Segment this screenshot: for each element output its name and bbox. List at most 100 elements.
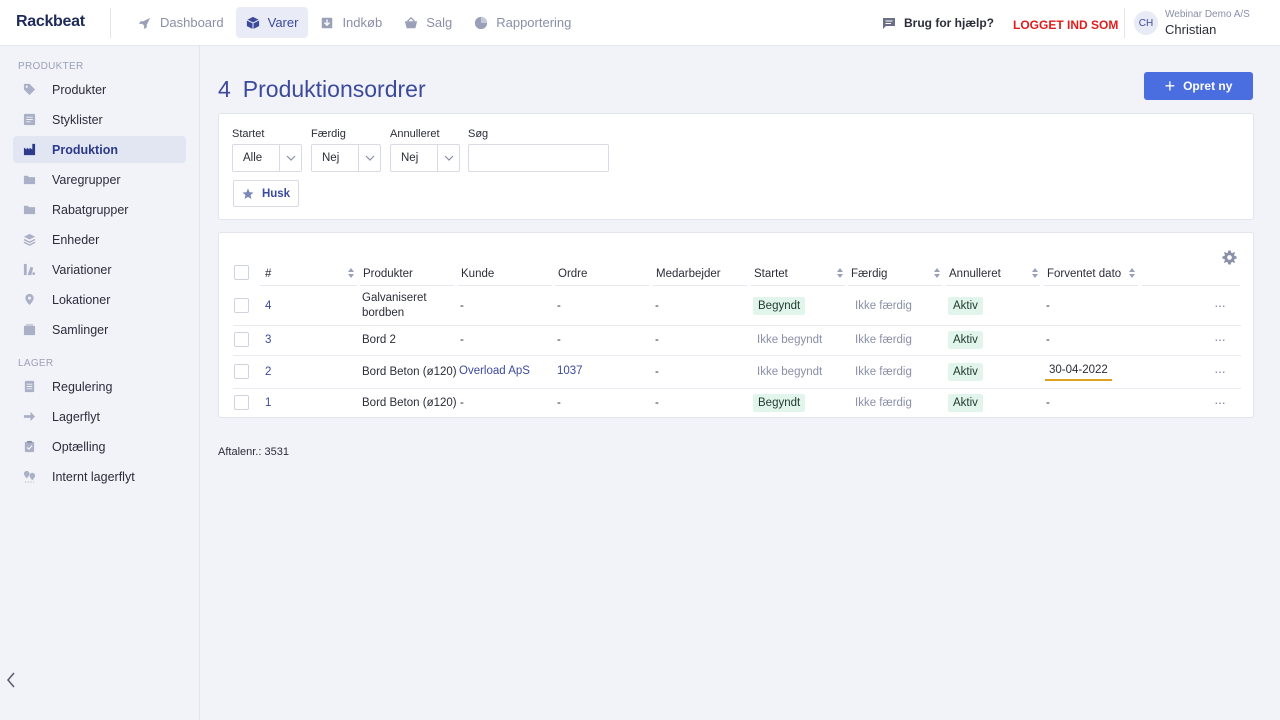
pie-chart-icon — [475, 16, 488, 29]
column-underline — [1044, 285, 1138, 286]
row-menu-icon[interactable]: ··· — [1214, 332, 1228, 346]
nav-label: Indkøb — [342, 15, 383, 30]
tag-icon — [23, 83, 36, 96]
expected-date: - — [1046, 397, 1050, 409]
sort-icon[interactable] — [347, 267, 355, 279]
save-filter-label: Husk — [261, 187, 291, 200]
collapse-sidebar-icon[interactable] — [4, 670, 18, 690]
column-header-customer[interactable]: Kunde — [461, 268, 494, 286]
top-bar: Rackbeat Dashboard Varer Indkøb Salg Rap… — [0, 0, 1280, 46]
sidebar-item-label: Variationer — [52, 262, 112, 277]
column-header-products[interactable]: Produkter — [363, 268, 413, 286]
order-link[interactable]: 1037 — [557, 365, 583, 377]
user-name[interactable]: Christian — [1165, 22, 1216, 37]
sidebar-item-enheder[interactable]: Enheder — [13, 226, 186, 253]
status-started: Ikke begyndt — [757, 334, 823, 346]
product-name: Galvaniseret — [362, 292, 427, 304]
download-icon — [322, 17, 333, 28]
box-icon — [246, 16, 259, 29]
order: - — [557, 300, 561, 312]
filter-finished-select[interactable]: Nej — [311, 144, 381, 172]
select-all-checkbox[interactable] — [234, 265, 249, 280]
column-underline — [1142, 285, 1240, 286]
column-underline — [946, 285, 1040, 286]
order: - — [557, 334, 561, 346]
sort-icon[interactable] — [1128, 267, 1136, 279]
sidebar-item-regulering[interactable]: Regulering — [13, 373, 186, 400]
gear-icon[interactable] — [1222, 250, 1237, 265]
order-number-link[interactable]: 2 — [265, 366, 271, 378]
search-input[interactable] — [468, 144, 609, 172]
row-checkbox[interactable] — [234, 395, 249, 410]
sidebar-item-label: Produktion — [52, 142, 118, 157]
nav-indkob[interactable]: Indkøb — [310, 7, 392, 38]
company-name[interactable]: Webinar Demo A/S — [1165, 9, 1250, 20]
create-new-label: Opret ny — [1183, 79, 1233, 93]
save-filter-button[interactable]: Husk — [233, 180, 299, 207]
column-underline — [555, 285, 649, 286]
filter-finished-label: Færdig — [311, 128, 346, 140]
nav-rapportering[interactable]: Rapportering — [464, 7, 581, 38]
divider — [1124, 8, 1125, 38]
nav-dashboard[interactable]: Dashboard — [128, 7, 234, 38]
column-underline — [360, 285, 454, 286]
sidebar-item-lokationer[interactable]: Lokationer — [13, 286, 186, 313]
chevron-down-icon — [437, 145, 459, 171]
product-name-cont: bordben — [362, 307, 405, 319]
avatar[interactable]: CH — [1134, 11, 1158, 35]
row-checkbox[interactable] — [234, 364, 249, 379]
column-header-order[interactable]: Ordre — [558, 268, 587, 286]
sidebar-item-varegrupper[interactable]: Varegrupper — [13, 166, 186, 193]
filter-cancelled-label: Annulleret — [390, 128, 440, 140]
app-logo[interactable]: Rackbeat — [16, 13, 85, 31]
order-count: 4 — [218, 76, 231, 102]
row-menu-icon[interactable]: ··· — [1214, 364, 1228, 378]
order-number-link[interactable]: 4 — [265, 300, 271, 312]
column-header-number[interactable]: # — [265, 268, 271, 286]
help-link[interactable]: Brug for hjælp? — [882, 16, 994, 30]
status-started: Ikke begyndt — [757, 366, 823, 378]
column-header-started[interactable]: Startet — [754, 268, 788, 286]
status-finished: Ikke færdig — [855, 366, 912, 378]
customer-link[interactable]: Overload ApS — [459, 365, 530, 377]
nav-varer[interactable]: Varer — [235, 7, 309, 38]
row-menu-icon[interactable]: ··· — [1214, 395, 1228, 409]
order-number-link[interactable]: 3 — [265, 334, 271, 346]
basket-icon — [405, 16, 418, 28]
sidebar-item-optaelling[interactable]: Optælling — [13, 433, 186, 460]
row-divider — [233, 325, 1241, 326]
sidebar-item-produkter[interactable]: Produkter — [13, 76, 186, 103]
column-header-employee[interactable]: Medarbejder — [656, 268, 721, 286]
product-name: Bord Beton (ø120) — [362, 397, 457, 409]
sort-icon[interactable] — [836, 267, 844, 279]
employee: - — [655, 334, 659, 346]
sort-icon[interactable] — [933, 267, 941, 279]
sidebar-item-produktion[interactable]: Produktion — [13, 136, 186, 163]
page-title: 4 Produktionsordrer — [218, 76, 426, 103]
row-checkbox[interactable] — [234, 332, 249, 347]
customer: - — [460, 397, 464, 409]
sidebar-item-styklister[interactable]: Styklister — [13, 106, 186, 133]
page-title-text: Produktionsordrer — [242, 76, 426, 102]
sort-icon[interactable] — [1031, 267, 1039, 279]
row-menu-icon[interactable]: ··· — [1214, 298, 1228, 312]
sidebar-item-internt-lagerflyt[interactable]: Internt lagerflyt — [13, 463, 186, 490]
filter-started-select[interactable]: Alle — [232, 144, 302, 172]
column-header-expected-date[interactable]: Forventet dato — [1047, 268, 1121, 286]
sidebar-item-samlinger[interactable]: Samlinger — [13, 316, 186, 343]
filter-cancelled-select[interactable]: Nej — [390, 144, 460, 172]
column-header-cancelled[interactable]: Annulleret — [949, 268, 1001, 286]
column-header-finished[interactable]: Færdig — [851, 268, 887, 286]
sidebar-item-variationer[interactable]: Variationer — [13, 256, 186, 283]
expected-date-field[interactable]: 30-04-2022 — [1045, 364, 1112, 381]
sidebar-item-label: Samlinger — [52, 322, 109, 337]
row-checkbox[interactable] — [234, 298, 249, 313]
sidebar-item-rabatgrupper[interactable]: Rabatgrupper — [13, 196, 186, 223]
sidebar-item-lagerflyt[interactable]: Lagerflyt — [13, 403, 186, 430]
order-number-link[interactable]: 1 — [265, 397, 271, 409]
collection-icon — [23, 323, 36, 336]
row-divider — [233, 355, 1241, 356]
create-new-button[interactable]: + Opret ny — [1144, 72, 1253, 100]
chevron-down-icon — [358, 145, 380, 171]
nav-salg[interactable]: Salg — [394, 7, 462, 38]
